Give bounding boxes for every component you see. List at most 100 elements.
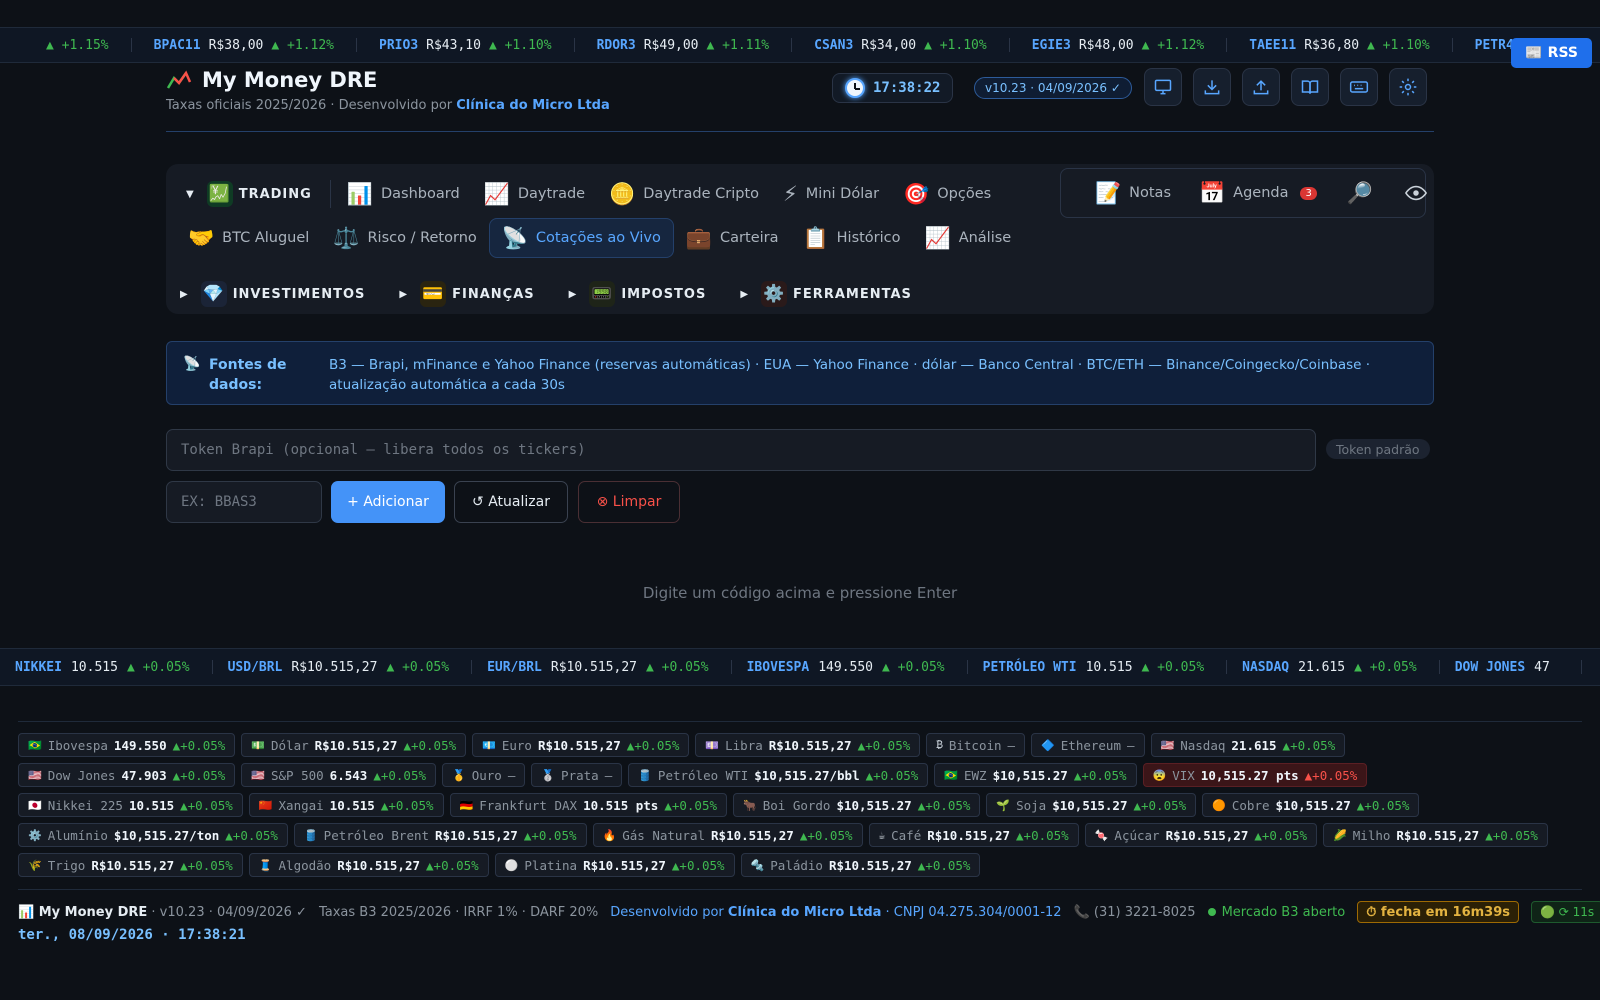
triangle-right-icon: ▶ xyxy=(399,288,409,300)
monitor-button[interactable] xyxy=(1144,68,1182,106)
chip-value: $10,515.27 xyxy=(1052,797,1128,813)
index-ticker-item[interactable]: IBOVESPA 149.550 ▲ +0.05% xyxy=(732,659,968,675)
market-chip[interactable]: 🇺🇸 Nasdaq 21.615 ▲+0.05% xyxy=(1150,733,1346,757)
keyboard-button[interactable] xyxy=(1340,68,1378,106)
nav-item-daytrade[interactable]: 📈 Daytrade xyxy=(472,174,597,214)
market-chip[interactable]: 🌾 Trigo R$10.515,27 ▲+0.05% xyxy=(18,853,243,877)
market-chip[interactable]: 💶 Euro R$10.515,27 ▲+0.05% xyxy=(472,733,690,757)
ticker-item[interactable]: BPAC11 R$38,00 ▲ +1.12% xyxy=(132,38,358,53)
group-investimentos[interactable]: ▶ 💎 INVESTIMENTOS xyxy=(166,272,379,308)
settings-button[interactable] xyxy=(1389,68,1427,106)
refresh-interval-badge[interactable]: 🟢 ⟳ 11s xyxy=(1531,901,1600,923)
nav-item-risco-retorno[interactable]: ⚖️ Risco / Retorno xyxy=(321,218,488,258)
market-chip[interactable]: 🇺🇸 Dow Jones 47.903 ▲+0.05% xyxy=(18,763,236,787)
nav-item-an-lise[interactable]: 📈 Análise xyxy=(913,218,1024,258)
ticker-change: ▲ +0.05% xyxy=(126,659,190,675)
market-chip[interactable]: ₿ Bitcoin — xyxy=(926,733,1026,757)
market-chip[interactable]: 🇨🇳 Xangai 10.515 ▲+0.05% xyxy=(248,793,444,817)
index-ticker-item[interactable]: PETRÓLEO WTI 10.515 ▲ +0.05% xyxy=(968,659,1228,675)
market-chip[interactable]: ⚙️ Alumínio $10,515.27/ton ▲+0.05% xyxy=(18,823,288,847)
search-button[interactable]: 🔎 xyxy=(1333,173,1387,213)
market-chip[interactable]: 🇩🇪 Frankfurt DAX 10.515 pts ▲+0.05% xyxy=(449,793,728,817)
clear-button[interactable]: ⊗ Limpar xyxy=(578,481,680,523)
market-chip[interactable]: 💵 Dólar R$10.515,27 ▲+0.05% xyxy=(241,733,467,757)
ticker-symbol: DOW JONES xyxy=(1454,659,1526,675)
token-input[interactable] xyxy=(166,429,1316,471)
index-ticker-item[interactable]: NIKKEI 10.515 ▲ +0.05% xyxy=(0,659,213,675)
ticker-item[interactable]: EGIE3 R$48,00 ▲ +1.12% xyxy=(1010,38,1228,53)
market-chip[interactable]: 🧵 Algodão R$10.515,27 ▲+0.05% xyxy=(248,853,489,877)
nav-item-hist-rico[interactable]: 📋 Histórico xyxy=(790,218,912,258)
refresh-button[interactable]: ↺ Atualizar xyxy=(454,481,568,523)
nav-item-op-es[interactable]: 🎯 Opções xyxy=(891,174,1003,214)
upload-button[interactable] xyxy=(1242,68,1280,106)
nav-agenda[interactable]: 📅 Agenda 3 xyxy=(1187,173,1329,213)
footer-developer[interactable]: Desenvolvido por Clínica do Micro Ltda ·… xyxy=(610,905,1061,920)
ticker-item[interactable]: ▲ +1.15% xyxy=(8,38,132,53)
group-trading[interactable]: ▼ 💹 TRADING xyxy=(180,176,326,212)
ticker-item[interactable]: CSAN3 R$34,00 ▲ +1.10% xyxy=(792,38,1010,53)
market-chip[interactable]: 🌱 Soja $10,515.27 ▲+0.05% xyxy=(986,793,1197,817)
ticker-item[interactable]: TAEE11 R$36,80 ▲ +1.10% xyxy=(1227,38,1453,53)
nav-item-carteira[interactable]: 💼 Carteira xyxy=(674,218,791,258)
nav-item-btc-aluguel[interactable]: 🤝 BTC Aluguel xyxy=(176,218,321,258)
rss-button[interactable]: 📰 RSS xyxy=(1511,38,1592,68)
chip-name: Ethereum xyxy=(1060,737,1121,753)
chip-value: $10,515.27 xyxy=(992,767,1068,783)
add-button[interactable]: + Adicionar xyxy=(331,481,445,523)
ticker-price: 149.550 xyxy=(818,659,874,675)
market-chip[interactable]: 🐂 Boi Gordo $10,515.27 ▲+0.05% xyxy=(733,793,981,817)
chip-flag-icon: 🇨🇳 xyxy=(258,798,273,812)
index-ticker-item[interactable]: NASDAQ 21.615 ▲ +0.05% xyxy=(1227,660,1440,675)
nav-label: Cotações ao Vivo xyxy=(535,230,661,246)
market-chip[interactable]: 🥇 Ouro — xyxy=(442,763,526,787)
nav-notes[interactable]: 📝 Notas xyxy=(1083,173,1183,213)
market-chip[interactable]: 🔩 Paládio R$10.515,27 ▲+0.05% xyxy=(740,853,981,877)
ticker-symbol: PETR4 xyxy=(1474,37,1514,53)
chip-change: — xyxy=(1007,737,1016,753)
company-link[interactable]: Clínica do Micro Ltda xyxy=(456,98,609,113)
chip-change: ▲+0.05% xyxy=(1016,827,1069,843)
market-chip[interactable]: ☕ Café R$10.515,27 ▲+0.05% xyxy=(868,823,1079,847)
nav-item-mini-d-lar[interactable]: ⚡ Mini Dólar xyxy=(771,174,891,214)
version-badge: v10.23 · 04/09/2026 ✓ xyxy=(974,77,1132,99)
market-chip[interactable]: 🍬 Açúcar R$10.515,27 ▲+0.05% xyxy=(1084,823,1318,847)
market-chip[interactable]: 🔥 Gás Natural R$10.515,27 ▲+0.05% xyxy=(592,823,863,847)
privacy-toggle[interactable] xyxy=(1391,173,1441,213)
index-ticker-item[interactable]: DOW JONES 47 xyxy=(1440,659,1582,675)
market-chip[interactable]: 🌽 Milho R$10.515,27 ▲+0.05% xyxy=(1323,823,1548,847)
index-ticker-item[interactable]: USD/BRL R$10.515,27 ▲ +0.05% xyxy=(213,660,473,675)
group-icon: ⚙️ xyxy=(761,281,788,307)
ticker-item[interactable]: PRIO3 R$43,10 ▲ +1.10% xyxy=(357,38,575,53)
market-chip[interactable]: 🇺🇸 S&P 500 6.543 ▲+0.05% xyxy=(241,763,436,787)
market-chip[interactable]: 🟠 Cobre $10,515.27 ▲+0.05% xyxy=(1202,793,1420,817)
nav-item-dashboard[interactable]: 📊 Dashboard xyxy=(335,174,472,214)
market-chip[interactable]: 🇧🇷 EWZ $10,515.27 ▲+0.05% xyxy=(934,763,1137,787)
group-ferramentas[interactable]: ▶ ⚙️ FERRAMENTAS xyxy=(726,272,926,308)
group-impostos[interactable]: ▶ 📟 IMPOSTOS xyxy=(555,272,721,308)
market-chip[interactable]: 💷 Libra R$10.515,27 ▲+0.05% xyxy=(695,733,921,757)
chip-value: R$10.515,27 xyxy=(1396,827,1480,843)
ticker-item[interactable]: RDOR3 R$49,00 ▲ +1.11% xyxy=(575,37,793,53)
index-ticker-item[interactable]: EUR/BRL R$10.515,27 ▲ +0.05% xyxy=(472,660,732,675)
nav-tools: 📝 Notas 📅 Agenda 3 🔎 xyxy=(1060,168,1428,218)
ticker-change: ▲ +0.05% xyxy=(1141,659,1205,675)
market-chip[interactable]: ⚪ Platina R$10.515,27 ▲+0.05% xyxy=(494,853,735,877)
market-chip[interactable]: 🛢️ Petróleo WTI $10,515.27/bbl ▲+0.05% xyxy=(628,763,929,787)
download-button[interactable] xyxy=(1193,68,1231,106)
market-chip[interactable]: 🇧🇷 Ibovespa 149.550 ▲+0.05% xyxy=(18,733,236,757)
market-chip[interactable]: 🔷 Ethereum — xyxy=(1031,733,1145,757)
market-chip[interactable]: 🥈 Prata — xyxy=(531,763,623,787)
chip-name: Gás Natural xyxy=(622,827,706,843)
market-chip[interactable]: 🇯🇵 Nikkei 225 10.515 ▲+0.05% xyxy=(18,793,243,817)
manual-button[interactable] xyxy=(1291,68,1329,106)
group-finanças[interactable]: ▶ 💳 FINANÇAS xyxy=(385,272,548,308)
market-chip[interactable]: 🛢️ Petróleo Brent R$10.515,27 ▲+0.05% xyxy=(293,823,587,847)
market-chip[interactable]: 😨 VIX 10,515.27 pts ▲+0.05% xyxy=(1142,763,1368,787)
nav-item-daytrade-cripto[interactable]: 🪙 Daytrade Cripto xyxy=(597,174,771,214)
ticker-symbol: RDOR3 xyxy=(596,37,636,53)
magnifier-icon: 🔎 xyxy=(1346,180,1374,205)
ticker-code-input[interactable] xyxy=(166,481,322,523)
group-icon: 💎 xyxy=(200,281,227,307)
nav-item-cota-es-ao-vivo[interactable]: 📡 Cotações ao Vivo xyxy=(488,218,674,258)
